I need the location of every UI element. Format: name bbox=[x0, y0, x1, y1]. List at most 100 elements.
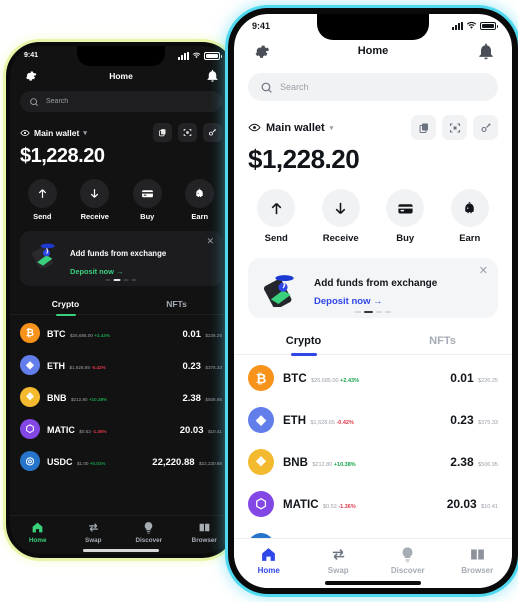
bulb-icon bbox=[402, 547, 413, 563]
nav-item-browser[interactable]: Browser bbox=[177, 521, 233, 544]
search-input[interactable] bbox=[46, 98, 213, 105]
wifi-icon bbox=[192, 52, 201, 59]
asset-symbol: USDC bbox=[47, 457, 73, 467]
nav-item-discover[interactable]: Discover bbox=[373, 546, 443, 575]
battery-icon bbox=[480, 21, 498, 30]
wallet-row: Main wallet ▾ bbox=[234, 103, 512, 140]
asset-change: -1.36% bbox=[92, 429, 107, 434]
connect-button[interactable] bbox=[473, 115, 498, 140]
search-icon bbox=[261, 82, 272, 93]
asset-holdings: 0.01 $226.25 bbox=[450, 369, 498, 387]
quick-actions: Send Receive Buy Earn bbox=[10, 168, 232, 225]
credit-card-icon bbox=[132, 179, 162, 208]
copy-address-button[interactable] bbox=[411, 115, 436, 140]
close-icon[interactable]: ✕ bbox=[479, 266, 488, 277]
promo-cta-link[interactable]: Deposit now → bbox=[314, 296, 383, 307]
search-bar[interactable] bbox=[20, 91, 222, 112]
receive-button[interactable]: Receive bbox=[321, 189, 360, 244]
asset-info: ETH $1,628.65 -0.42% bbox=[47, 356, 175, 374]
asset-symbol: BNB bbox=[283, 457, 308, 469]
table-row[interactable]: ◎ USDC $1.00 +0.01% 22,220.88 $22,220.88 bbox=[10, 445, 232, 477]
earn-button[interactable]: Earn bbox=[185, 179, 215, 221]
wallet-balance: $1,228.20 bbox=[20, 145, 105, 167]
asset-symbol: BNB bbox=[47, 393, 67, 403]
scan-qr-button[interactable] bbox=[442, 115, 467, 140]
tab-crypto[interactable]: Crypto bbox=[10, 294, 121, 314]
asset-price-line: $1,628.65 -0.42% bbox=[310, 420, 354, 426]
asset-info: MATIC $0.52 -1.36% bbox=[283, 495, 438, 513]
nav-label-discover: Discover bbox=[135, 537, 163, 544]
asset-change: -1.36% bbox=[338, 504, 356, 510]
receive-label: Receive bbox=[322, 233, 359, 244]
asset-holdings: 2.38 $506.95 bbox=[450, 453, 498, 471]
nav-item-home[interactable]: Home bbox=[10, 521, 66, 544]
tab-nfts[interactable]: NFTs bbox=[373, 328, 512, 354]
asset-value: $506.95 bbox=[205, 397, 222, 402]
wallet-balance: $1,228.20 bbox=[248, 144, 360, 174]
promo-banner[interactable]: Add funds from exchange Deposit now → ✕ bbox=[248, 258, 498, 318]
close-icon[interactable]: ✕ bbox=[206, 237, 214, 246]
receive-button[interactable]: Receive bbox=[80, 179, 110, 221]
phone-light-theme: 9:41 Home Main wallet ▾ bbox=[228, 8, 518, 594]
status-time: 9:41 bbox=[252, 20, 271, 31]
table-row[interactable]: ₿ BTC $26,685.00 +2.43% 0.01 $226.25 bbox=[234, 357, 512, 399]
nav-item-browser[interactable]: Browser bbox=[443, 546, 513, 575]
nav-label-home: Home bbox=[29, 537, 47, 544]
asset-info: MATIC $0.52 -1.36% bbox=[47, 420, 173, 438]
nav-label-swap: Swap bbox=[327, 566, 349, 575]
nav-label-swap: Swap bbox=[85, 537, 102, 544]
wallet-selector[interactable]: Main wallet ▾ bbox=[20, 128, 87, 138]
search-input[interactable] bbox=[280, 82, 486, 92]
wallet-selector[interactable]: Main wallet ▾ bbox=[248, 121, 333, 134]
piggy-bank-icon bbox=[450, 189, 489, 227]
table-row[interactable]: ⬡ MATIC $0.52 -1.36% 20.03 $10.41 bbox=[10, 413, 232, 445]
search-icon bbox=[30, 97, 39, 106]
nav-item-swap[interactable]: Swap bbox=[66, 521, 122, 544]
bell-icon[interactable] bbox=[476, 41, 496, 61]
carousel-dots bbox=[355, 311, 391, 313]
table-row[interactable]: ◆ ETH $1,628.65 -0.42% 0.23 $375.33 bbox=[10, 349, 232, 381]
nav-label-browser: Browser bbox=[461, 566, 494, 575]
buy-button[interactable]: Buy bbox=[132, 179, 162, 221]
asset-holdings: 2.38 $506.95 bbox=[182, 388, 222, 406]
promo-cta-link[interactable]: Deposit now → bbox=[70, 267, 123, 276]
phone-notch bbox=[317, 14, 429, 40]
scan-qr-button[interactable] bbox=[178, 123, 197, 142]
connect-button[interactable] bbox=[203, 123, 222, 142]
send-button[interactable]: Send bbox=[27, 179, 57, 221]
bell-icon[interactable] bbox=[205, 68, 220, 83]
table-row[interactable]: ❖ BNB $212.80 +10.38% 2.38 $506.95 bbox=[10, 381, 232, 413]
coin-icon: ₿ bbox=[248, 365, 274, 391]
gear-icon[interactable] bbox=[22, 68, 37, 83]
earn-button[interactable]: Earn bbox=[450, 189, 489, 244]
table-row[interactable]: ◎ USDC $1.00 +0.01% 22,220.88 $22,220.88 bbox=[234, 525, 512, 538]
search-bar[interactable] bbox=[248, 73, 498, 101]
tab-nfts[interactable]: NFTs bbox=[121, 294, 232, 314]
table-row[interactable]: ❖ BNB $212.80 +10.38% 2.38 $506.95 bbox=[234, 441, 512, 483]
table-row[interactable]: ◆ ETH $1,628.65 -0.42% 0.23 $375.33 bbox=[234, 399, 512, 441]
table-row[interactable]: ₿ BTC $26,685.00 +2.43% 0.01 $226.25 bbox=[10, 317, 232, 349]
coin-icon: ◆ bbox=[248, 407, 274, 433]
promo-banner[interactable]: Add funds from exchange Deposit now → ✕ bbox=[20, 231, 222, 286]
asset-symbol: BTC bbox=[283, 373, 307, 385]
tab-crypto[interactable]: Crypto bbox=[234, 328, 373, 354]
nav-item-swap[interactable]: Swap bbox=[304, 546, 374, 575]
browser-icon bbox=[470, 549, 484, 560]
status-indicators bbox=[178, 51, 222, 60]
send-button[interactable]: Send bbox=[257, 189, 296, 244]
page-title: Home bbox=[109, 70, 133, 81]
buy-button[interactable]: Buy bbox=[386, 189, 425, 244]
arrow-up-icon bbox=[257, 189, 296, 227]
asset-price-line: $0.52 -1.36% bbox=[79, 429, 107, 434]
nav-item-home[interactable]: Home bbox=[234, 546, 304, 575]
gear-icon[interactable] bbox=[250, 41, 270, 61]
send-label: Send bbox=[264, 233, 288, 244]
copy-address-button[interactable] bbox=[153, 123, 172, 142]
table-row[interactable]: ⬡ MATIC $0.52 -1.36% 20.03 $10.41 bbox=[234, 483, 512, 525]
asset-tabs: Crypto NFTs bbox=[234, 328, 512, 355]
quick-actions: Send Receive Buy Earn bbox=[234, 175, 512, 250]
signal-icon bbox=[178, 51, 189, 60]
nav-item-discover[interactable]: Discover bbox=[121, 521, 177, 544]
asset-price-line: $1,628.65 -0.42% bbox=[69, 365, 106, 370]
asset-amount: 0.01 bbox=[182, 329, 201, 340]
